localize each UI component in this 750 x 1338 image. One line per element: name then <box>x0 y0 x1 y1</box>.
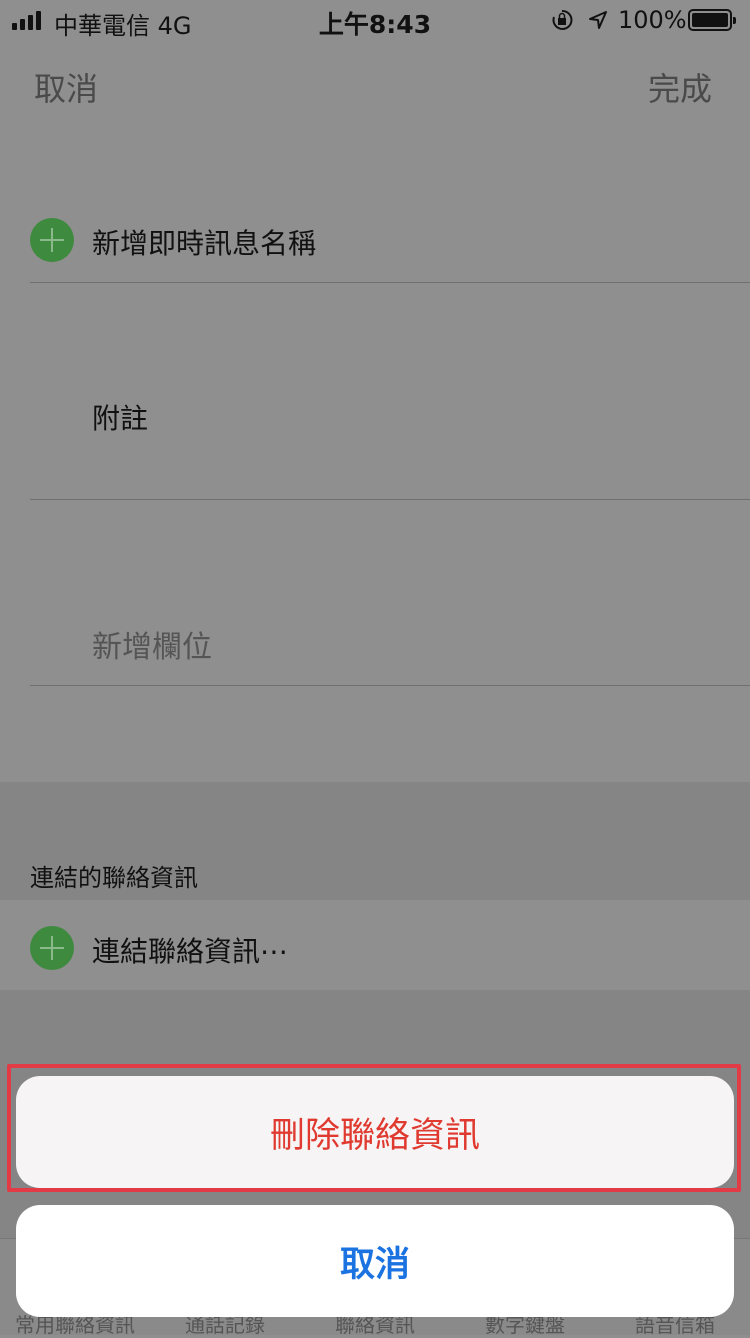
link-contact-row[interactable]: 連結聯絡資訊⋯ <box>0 900 750 990</box>
add-icon <box>30 926 74 970</box>
location-icon <box>589 11 607 29</box>
add-im-row[interactable]: 新增即時訊息名稱 <box>0 196 750 282</box>
highlight-box <box>7 1064 741 1192</box>
section-spacer: 連結的聯絡資訊 <box>0 782 750 900</box>
link-contact-label: 連結聯絡資訊⋯ <box>92 935 289 968</box>
battery-percent: 100% <box>618 6 687 34</box>
add-field-row[interactable]: 新增欄位 <box>0 500 750 685</box>
notes-label: 附註 <box>92 402 149 435</box>
linked-section-header: 連結的聯絡資訊 <box>30 864 198 892</box>
orientation-lock-icon <box>552 9 573 30</box>
nav-done-button[interactable]: 完成 <box>648 64 712 110</box>
battery-icon <box>688 9 736 31</box>
notes-field[interactable]: 附註 <box>0 283 750 499</box>
add-icon <box>30 218 74 262</box>
divider <box>30 685 750 686</box>
nav-cancel-button[interactable]: 取消 <box>34 64 98 110</box>
status-bar: 中華電信 4G 上午8:43 100% <box>0 0 750 40</box>
add-im-label: 新增即時訊息名稱 <box>92 227 317 260</box>
add-field-label: 新增欄位 <box>92 630 212 665</box>
sheet-cancel-button[interactable]: 取消 <box>16 1205 734 1317</box>
